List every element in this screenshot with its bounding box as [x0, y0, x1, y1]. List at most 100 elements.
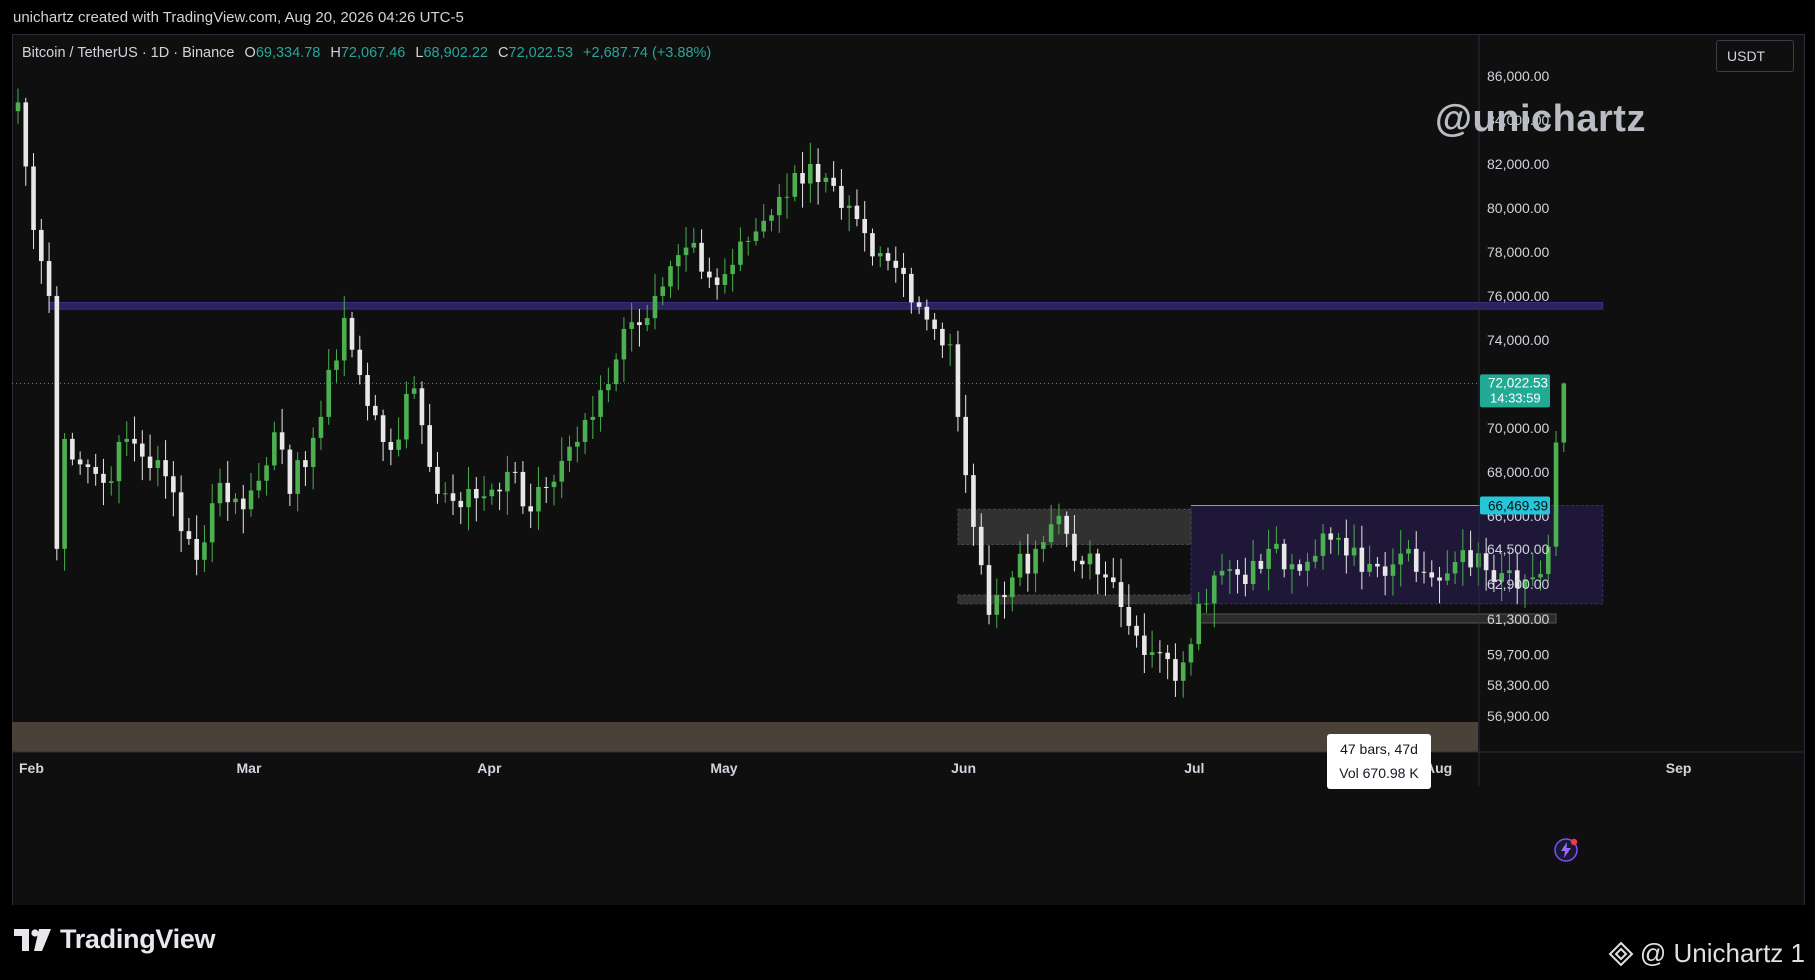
candle-body [139, 443, 145, 457]
candle [23, 97, 29, 186]
candle [155, 445, 161, 487]
candle [419, 381, 425, 444]
lightning-alert-icon[interactable] [1553, 837, 1579, 863]
candle-body [1561, 383, 1567, 443]
price-tick-label: 61,300.00 [1487, 611, 1549, 627]
candle-body [784, 196, 790, 198]
candle-body [520, 471, 526, 507]
candle [606, 367, 611, 403]
price-chart[interactable]: 86,000.0084,000.0082,000.0080,000.0078,0… [12, 34, 1803, 904]
candle-body [1196, 603, 1202, 645]
candle-body [621, 328, 627, 360]
candle [854, 189, 860, 227]
candle-body [1087, 553, 1093, 565]
open-label: O [244, 45, 256, 61]
candle-body [1064, 515, 1069, 534]
candle-body [380, 415, 386, 442]
candle [567, 435, 572, 472]
candle-body [303, 460, 308, 468]
candle-body [1445, 573, 1450, 581]
candle-body [1359, 547, 1365, 572]
price-tick-label: 80,000.00 [1487, 200, 1549, 216]
candle-body [1243, 574, 1248, 585]
time-axis: Feb Mar Apr May Jun Jul Aug Sep [12, 751, 1803, 776]
symbol-name[interactable]: Bitcoin / TetherUS · 1D · Binance [22, 45, 235, 61]
candle-body [155, 460, 161, 468]
candle [171, 461, 176, 517]
candle-body [225, 482, 231, 503]
candle-body [458, 500, 464, 508]
candle-body [567, 446, 572, 461]
candle-body [264, 465, 269, 481]
candle-body [1382, 566, 1388, 576]
candle-body [761, 220, 767, 232]
price-tick-label: 74,000.00 [1487, 332, 1549, 348]
candle [932, 312, 937, 340]
time-tick-label: Apr [477, 760, 502, 776]
candle [691, 227, 697, 253]
candle [264, 457, 269, 496]
candle-body [326, 369, 332, 417]
candle [761, 204, 767, 238]
candle-body [1344, 537, 1349, 556]
candle-body [1320, 533, 1326, 556]
candle-body [940, 328, 945, 346]
candle-body [551, 481, 557, 488]
candle-body [77, 459, 83, 465]
candle-body [1375, 563, 1380, 567]
candle [800, 151, 805, 208]
candle [776, 184, 782, 233]
currency-button[interactable]: USDT [1716, 40, 1794, 72]
candle [1134, 615, 1139, 648]
price-tick-label: 59,700.00 [1487, 646, 1549, 662]
candle-body [1390, 564, 1396, 576]
candle-body [652, 295, 658, 319]
candle [893, 246, 899, 283]
candle [668, 260, 673, 298]
zone-resistance-band [48, 302, 1604, 310]
candle-body [1173, 659, 1178, 681]
candle [1095, 548, 1101, 595]
candle-body [295, 460, 300, 494]
price-tick-label: 58,300.00 [1487, 677, 1549, 693]
candle-body [1351, 547, 1357, 556]
candle-body [1072, 533, 1077, 561]
open-value: 69,334.78 [255, 45, 321, 61]
candle-body [349, 317, 355, 350]
candle-body [435, 466, 440, 494]
tradingview-logo[interactable]: TradingView [14, 924, 216, 955]
zone-grey-box-lower [957, 594, 1192, 605]
candle-body [419, 388, 425, 426]
candle-body [590, 416, 596, 420]
candle [870, 228, 875, 266]
candle-body [1165, 652, 1170, 660]
candle-body [1553, 442, 1559, 547]
candle-body [1002, 595, 1007, 598]
candle-body [582, 419, 588, 442]
candle-body [683, 247, 689, 256]
candle [707, 257, 712, 289]
candle [279, 408, 285, 465]
candle-body [955, 344, 961, 417]
candle-body [637, 322, 642, 326]
candle [70, 432, 75, 466]
candle-body [668, 266, 673, 287]
candle-body [489, 489, 495, 497]
candle [901, 253, 906, 298]
candle [132, 416, 137, 462]
candle [303, 451, 308, 487]
high-label: H [330, 45, 341, 61]
candle [310, 427, 316, 490]
candle-body [1017, 553, 1023, 578]
ohlc-legend: Bitcoin / TetherUS · 1D · Binance O69,33… [22, 45, 711, 61]
candle-body [357, 349, 363, 376]
candle [839, 169, 844, 220]
candle [62, 432, 67, 571]
candle-body [1460, 550, 1466, 563]
candle [435, 451, 440, 504]
tradingview-logo-text: TradingView [60, 924, 216, 954]
candle-body [1328, 533, 1334, 540]
candle [1180, 651, 1186, 698]
candle-body [831, 177, 836, 186]
candle [256, 462, 262, 499]
